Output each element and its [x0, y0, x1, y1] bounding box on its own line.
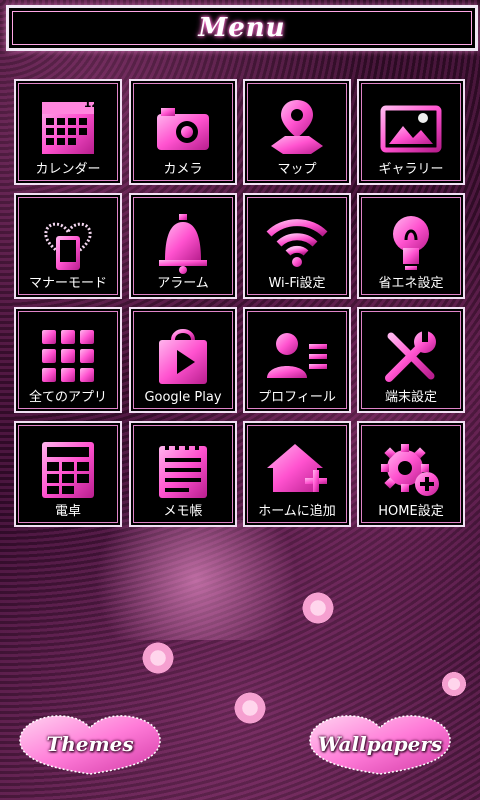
tile-label: Google Play: [144, 390, 222, 405]
decorative-flower-icon: [232, 690, 268, 726]
tile-add-to-home[interactable]: ホームに追加: [243, 421, 351, 527]
tile-google-play[interactable]: Google Play: [129, 307, 237, 413]
phone-heart-icon: [35, 209, 101, 275]
wallpapers-button-label: Wallpapers: [317, 732, 443, 756]
tile-label: HOME設定: [378, 504, 444, 519]
tile-gallery[interactable]: ギャラリー: [357, 79, 465, 185]
tile-label: 全てのアプリ: [28, 390, 107, 405]
tile-all-apps[interactable]: 全てのアプリ: [14, 307, 122, 413]
tile-label: マップ: [277, 162, 317, 177]
tile-map[interactable]: マップ: [243, 79, 351, 185]
calendar-icon: 12: [35, 95, 101, 161]
home-add-icon: [264, 437, 330, 503]
tile-calendar[interactable]: 12 カレンダー: [14, 79, 122, 185]
menu-header: Menu: [6, 5, 478, 51]
profile-card-icon: [264, 323, 330, 389]
lightbulb-icon: [378, 209, 444, 275]
wallpapers-button[interactable]: Wallpapers: [300, 710, 460, 776]
tile-label: アラーム: [157, 276, 209, 291]
gear-plus-icon: [378, 437, 444, 503]
tile-calculator[interactable]: 電卓: [14, 421, 122, 527]
themes-button-label: Themes: [46, 732, 134, 756]
map-pin-icon: [264, 95, 330, 161]
notepad-icon: [150, 437, 216, 503]
calculator-icon: [35, 437, 101, 503]
tile-label: メモ帳: [163, 504, 203, 519]
tile-label: 電卓: [54, 504, 81, 519]
decorative-flower-icon: [140, 640, 176, 676]
tools-icon: [378, 323, 444, 389]
themes-button[interactable]: Themes: [10, 710, 170, 776]
tile-eco-settings[interactable]: 省エネ設定: [357, 193, 465, 299]
decorative-flower-icon: [440, 670, 468, 698]
tile-label: ギャラリー: [378, 162, 444, 177]
tile-home-settings[interactable]: HOME設定: [357, 421, 465, 527]
tile-label: ホームに追加: [258, 504, 336, 519]
decorative-flower-icon: [300, 590, 336, 626]
tile-label: プロフィール: [258, 390, 336, 405]
decorative-heart-background: [40, 520, 300, 640]
tile-alarm[interactable]: アラーム: [129, 193, 237, 299]
tile-profile[interactable]: プロフィール: [243, 307, 351, 413]
tile-label: 端末設定: [384, 390, 437, 405]
tile-label: カメラ: [163, 162, 203, 177]
menu-header-inner: Menu: [12, 11, 472, 45]
tile-label: カレンダー: [35, 162, 101, 177]
tile-device-settings[interactable]: 端末設定: [357, 307, 465, 413]
page-title: Menu: [198, 13, 286, 43]
tile-camera[interactable]: カメラ: [129, 79, 237, 185]
tile-label: マナーモード: [28, 276, 107, 291]
tile-manner-mode[interactable]: マナーモード: [14, 193, 122, 299]
tile-label: Wi-Fi設定: [268, 276, 326, 291]
tile-wifi[interactable]: Wi-Fi設定: [243, 193, 351, 299]
menu-grid: 12 カレンダー カメラ マップ ギャラリー マナーモード アラーム Wi-Fi…: [14, 79, 466, 530]
camera-icon: [150, 95, 216, 161]
gallery-icon: [378, 95, 444, 161]
bell-icon: [150, 209, 216, 275]
calendar-day: 12: [83, 97, 99, 110]
apps-grid-icon: [35, 323, 101, 389]
tile-label: 省エネ設定: [378, 276, 444, 291]
play-store-icon: [150, 323, 216, 389]
wifi-icon: [264, 209, 330, 275]
tile-notepad[interactable]: メモ帳: [129, 421, 237, 527]
